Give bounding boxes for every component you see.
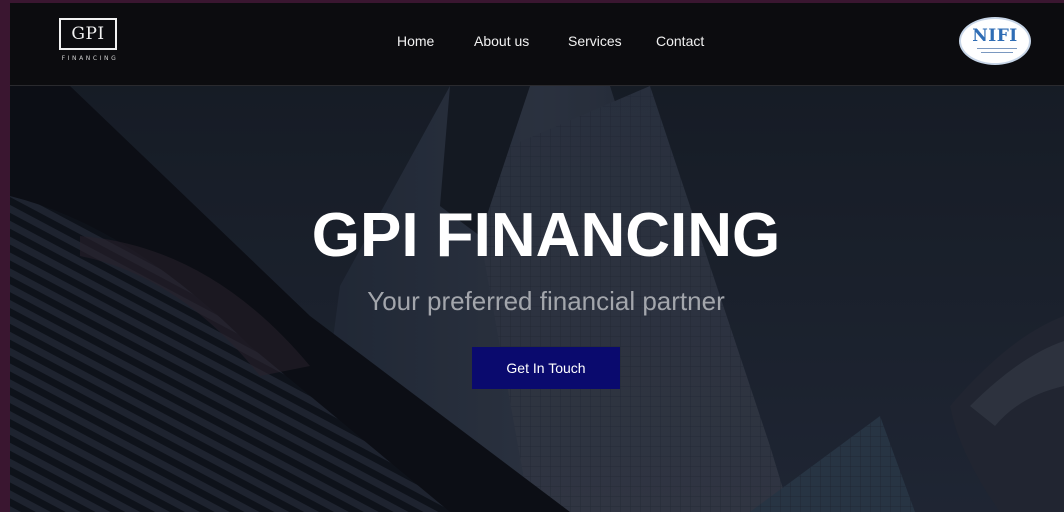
nifi-badge-logo: NIFI bbox=[959, 17, 1031, 65]
logo-subtext: FINANCING bbox=[61, 55, 119, 62]
hero-subtitle: Your preferred financial partner bbox=[367, 286, 725, 316]
logo-mark: GPI bbox=[59, 18, 117, 50]
get-in-touch-button[interactable]: Get In Touch bbox=[472, 347, 620, 389]
nav-link-services[interactable]: Services bbox=[568, 33, 622, 49]
browser-viewport: GPI FINANCING Home About us Services Con… bbox=[10, 3, 1064, 512]
hero-section: GPI FINANCING Your preferred financial p… bbox=[10, 86, 1064, 512]
badge-fine-print bbox=[977, 48, 1017, 49]
hero-title: GPI FINANCING bbox=[311, 201, 781, 270]
nav-link-home[interactable]: Home bbox=[397, 33, 434, 49]
badge-text: NIFI bbox=[972, 26, 1018, 46]
badge-fine-print bbox=[981, 52, 1013, 53]
site-logo[interactable]: GPI FINANCING bbox=[59, 18, 121, 64]
nav-link-contact[interactable]: Contact bbox=[656, 33, 704, 49]
navbar: GPI FINANCING Home About us Services Con… bbox=[10, 3, 1064, 86]
nav-link-about-us[interactable]: About us bbox=[474, 33, 529, 49]
